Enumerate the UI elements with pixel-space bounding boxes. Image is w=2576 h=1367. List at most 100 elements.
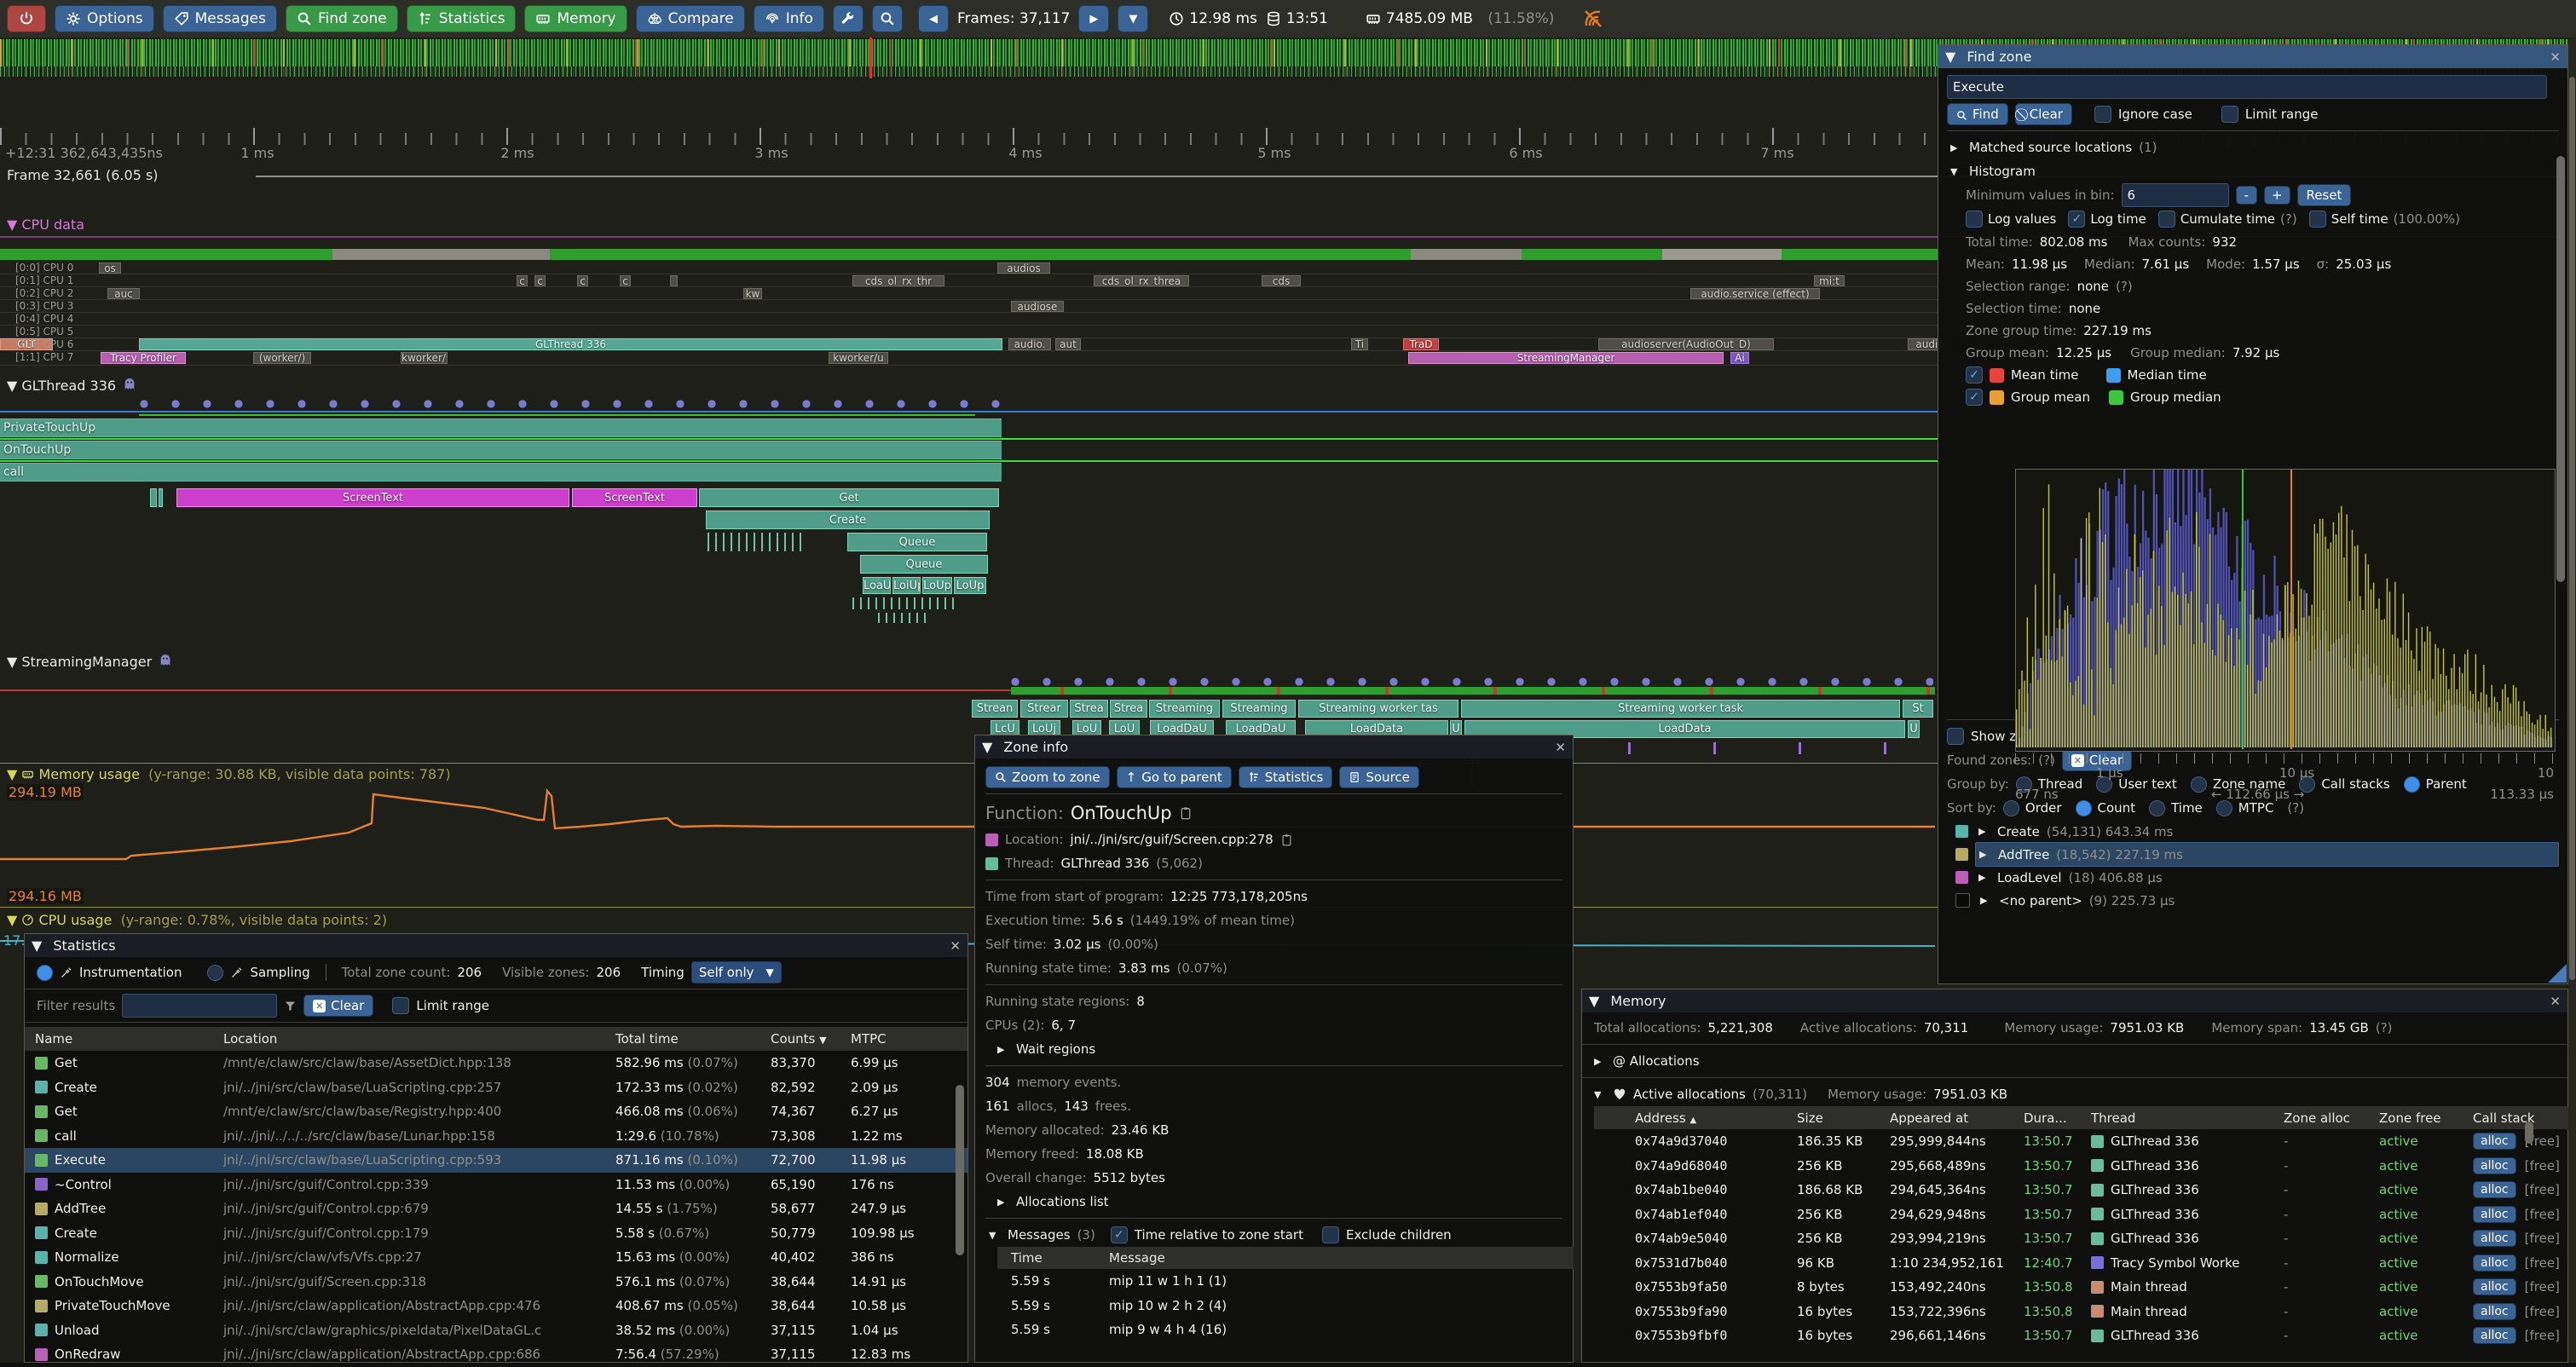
statistics-row[interactable]: Get /mnt/e/claw/src/claw/base/Registry.h…	[25, 1099, 967, 1124]
timeline-zone[interactable]: Streaming	[1149, 700, 1220, 718]
next-frame-button[interactable]: ▶	[1078, 5, 1109, 32]
show-zone-time-checkbox[interactable]	[1947, 728, 1964, 745]
statistics-row[interactable]: Normalize jni/../jni/src/claw/vfs/Vfs.cp…	[25, 1245, 967, 1270]
col-zone-alloc[interactable]: Zone alloc	[2284, 1110, 2379, 1126]
close-icon[interactable]: ✕	[2550, 994, 2561, 1009]
statistics-titlebar[interactable]: ▼ Statistics✕	[25, 934, 967, 957]
timeline-zone[interactable]: StreamingManager	[1408, 352, 1724, 364]
zone-info-window[interactable]: ▼ Zone info✕ Zoom to zone ↑Go to parent …	[974, 735, 1574, 1363]
close-icon[interactable]: ✕	[1555, 740, 1566, 755]
sampling-radio[interactable]	[207, 965, 223, 981]
timeline-zone[interactable]: Strea	[1110, 700, 1147, 718]
limit-range-checkbox[interactable]	[2221, 106, 2238, 123]
self-time-checkbox[interactable]	[2309, 211, 2326, 228]
timeline-zone[interactable]: auc	[107, 288, 140, 299]
timeline-zone[interactable]: audios	[997, 262, 1050, 274]
frame-dropdown-button[interactable]: ▼	[1118, 5, 1148, 32]
timeline-zone[interactable]: audiose	[1011, 301, 1064, 312]
timeline-zone[interactable]: Queue	[847, 533, 987, 551]
alloc-callstack-button[interactable]: alloc	[2473, 1157, 2516, 1174]
go-to-parent-button[interactable]: ↑Go to parent	[1117, 766, 1232, 788]
streamingmanager-header[interactable]: ▼ StreamingManager	[7, 653, 172, 670]
timeline-zone[interactable]	[1799, 742, 1801, 754]
timeline-zone[interactable]	[1713, 742, 1716, 754]
prev-frame-button[interactable]: ◀	[918, 5, 949, 32]
found-zone-row[interactable]: ▶LoadLevel(18) 406.88 µs	[1947, 866, 2559, 889]
memory-scrollbar[interactable]	[2525, 1122, 2533, 1144]
timeline-zone[interactable]: kworker/u	[829, 352, 888, 364]
timeline-zone[interactable]	[1011, 687, 1935, 695]
ignore-case-checkbox[interactable]	[2094, 106, 2111, 123]
col-thread[interactable]: Thread	[2091, 1110, 2284, 1126]
histogram-plot[interactable]	[2015, 469, 2556, 752]
wait-regions-toggle[interactable]: ▶Wait regions	[985, 1037, 1562, 1061]
message-row[interactable]: 5.59 smip 11 w 1 h 1 (1)	[997, 1269, 1574, 1294]
memory-row[interactable]: 0x7553b9fbf0 16 bytes 296,661,146ns 13:5…	[1594, 1324, 2576, 1348]
timeline-zone[interactable]: LoUp	[954, 577, 986, 594]
exclude-children-checkbox[interactable]	[1322, 1226, 1339, 1243]
time-relative-checkbox[interactable]: ✓	[1111, 1226, 1128, 1243]
free-callstack-link[interactable]: [free]	[2525, 1158, 2560, 1174]
free-callstack-link[interactable]: [free]	[2525, 1279, 2560, 1295]
clipboard-icon[interactable]	[1179, 806, 1193, 820]
statistics-scrollbar[interactable]	[956, 1085, 964, 1255]
free-callstack-link[interactable]: [free]	[2525, 1182, 2560, 1197]
group-mean-median-checkbox[interactable]: ✓	[1966, 389, 1983, 406]
close-icon[interactable]: ✕	[2550, 49, 2561, 65]
alloc-callstack-button[interactable]: alloc	[2473, 1133, 2516, 1150]
reset-button[interactable]: Reset	[2297, 184, 2352, 206]
col-size[interactable]: Size	[1797, 1110, 1890, 1126]
timeline-zone[interactable]: TraD	[1403, 338, 1439, 350]
message-row[interactable]: 5.59 smip 10 w 2 h 2 (4)	[997, 1294, 1574, 1318]
timeline-zone[interactable]: Create	[706, 510, 990, 529]
cpu-plot-header[interactable]: ▼ CPU usage (y-range: 0.78%, visible dat…	[7, 912, 387, 928]
statistics-row[interactable]: AddTree jni/../jni/src/guif/Control.cpp:…	[25, 1197, 967, 1221]
scrollbar-thumb[interactable]	[2569, 77, 2575, 980]
find-button[interactable]: Find	[1947, 103, 2008, 125]
zoom-to-zone-button[interactable]: Zoom to zone	[985, 766, 1110, 788]
memory-row[interactable]: 0x74ab9e5040 256 KB 293,994,219ns 13:50.…	[1594, 1226, 2576, 1251]
timeline-zone[interactable]: aut	[1055, 338, 1081, 350]
resize-grip[interactable]	[2548, 964, 2567, 983]
min-bin-plus-button[interactable]: +	[2264, 186, 2290, 205]
statistics-row[interactable]: PrivateTouchMove jni/../jni/src/claw/app…	[25, 1294, 967, 1318]
memory-titlebar[interactable]: ▼ Memory✕	[1582, 989, 2567, 1012]
thread-name[interactable]: GLThread 336	[1061, 856, 1150, 871]
help-hint[interactable]: (?)	[2376, 1020, 2393, 1035]
allocations-section-toggle[interactable]: ▶@ Allocations	[1582, 1049, 2567, 1073]
info-button[interactable]: Info	[754, 5, 824, 32]
main-scrollbar[interactable]	[2568, 37, 2576, 1363]
clear-button[interactable]: ⃠Clear	[2015, 103, 2072, 125]
timeline-zone[interactable]: LoaU	[863, 577, 891, 594]
timeline-zone[interactable]: ScreenText	[572, 488, 697, 507]
timeline-zone[interactable]: LoUp	[922, 577, 952, 594]
statistics-row[interactable]: Unload jni/../jni/src/claw/graphics/pixe…	[25, 1318, 967, 1343]
messages-collapse[interactable]: ▼	[989, 1230, 1001, 1241]
col-time[interactable]: Time	[1011, 1250, 1109, 1266]
find-zone-window[interactable]: ▼ Find zone✕ Find ⃠Clear Ignore case Lim…	[1938, 44, 2568, 984]
col-call-stack[interactable]: Call stack	[2473, 1110, 2576, 1126]
free-callstack-link[interactable]: [free]	[2525, 1207, 2560, 1222]
free-callstack-link[interactable]: [free]	[2525, 1328, 2560, 1343]
found-zone-row[interactable]: ▶Create(54,131) 643.34 ms	[1947, 820, 2559, 843]
free-callstack-link[interactable]: [free]	[2525, 1255, 2560, 1271]
timeline-zone[interactable]	[670, 275, 678, 286]
col-mtpc[interactable]: MTPC	[851, 1031, 967, 1047]
memory-row[interactable]: 0x74a9d37040 186.35 KB 295,999,844ns 13:…	[1594, 1129, 2576, 1154]
log-time-checkbox[interactable]: ✓	[2068, 211, 2085, 228]
found-zone-row[interactable]: ▶<no parent>(9) 225.73 µs	[1947, 889, 2559, 912]
timeline-zone[interactable]: U	[1908, 720, 1920, 738]
timeline-zone[interactable]	[1884, 742, 1886, 754]
cumulate-time-checkbox[interactable]	[2158, 211, 2175, 228]
statistics-row[interactable]: Create jni/../jni/src/guif/Control.cpp:1…	[25, 1221, 967, 1246]
timeline-zone[interactable]: Streaming worker task	[1461, 700, 1900, 718]
timeline-zone[interactable]: Strean	[972, 700, 1018, 718]
statistics-row[interactable]: Execute jni/../jni/src/claw/base/LuaScri…	[25, 1148, 967, 1173]
timeline-zone[interactable]: Strea	[1070, 700, 1108, 718]
timeline-zone[interactable]: c	[577, 275, 588, 286]
tools-button[interactable]	[833, 5, 863, 32]
timeline-zone[interactable]: PrivateTouchUp	[0, 418, 1002, 437]
col-location[interactable]: Location	[223, 1031, 615, 1047]
help-hint[interactable]: (?)	[2280, 211, 2297, 227]
timeline-zone[interactable]: cds_ol_rx_thr	[852, 275, 944, 286]
